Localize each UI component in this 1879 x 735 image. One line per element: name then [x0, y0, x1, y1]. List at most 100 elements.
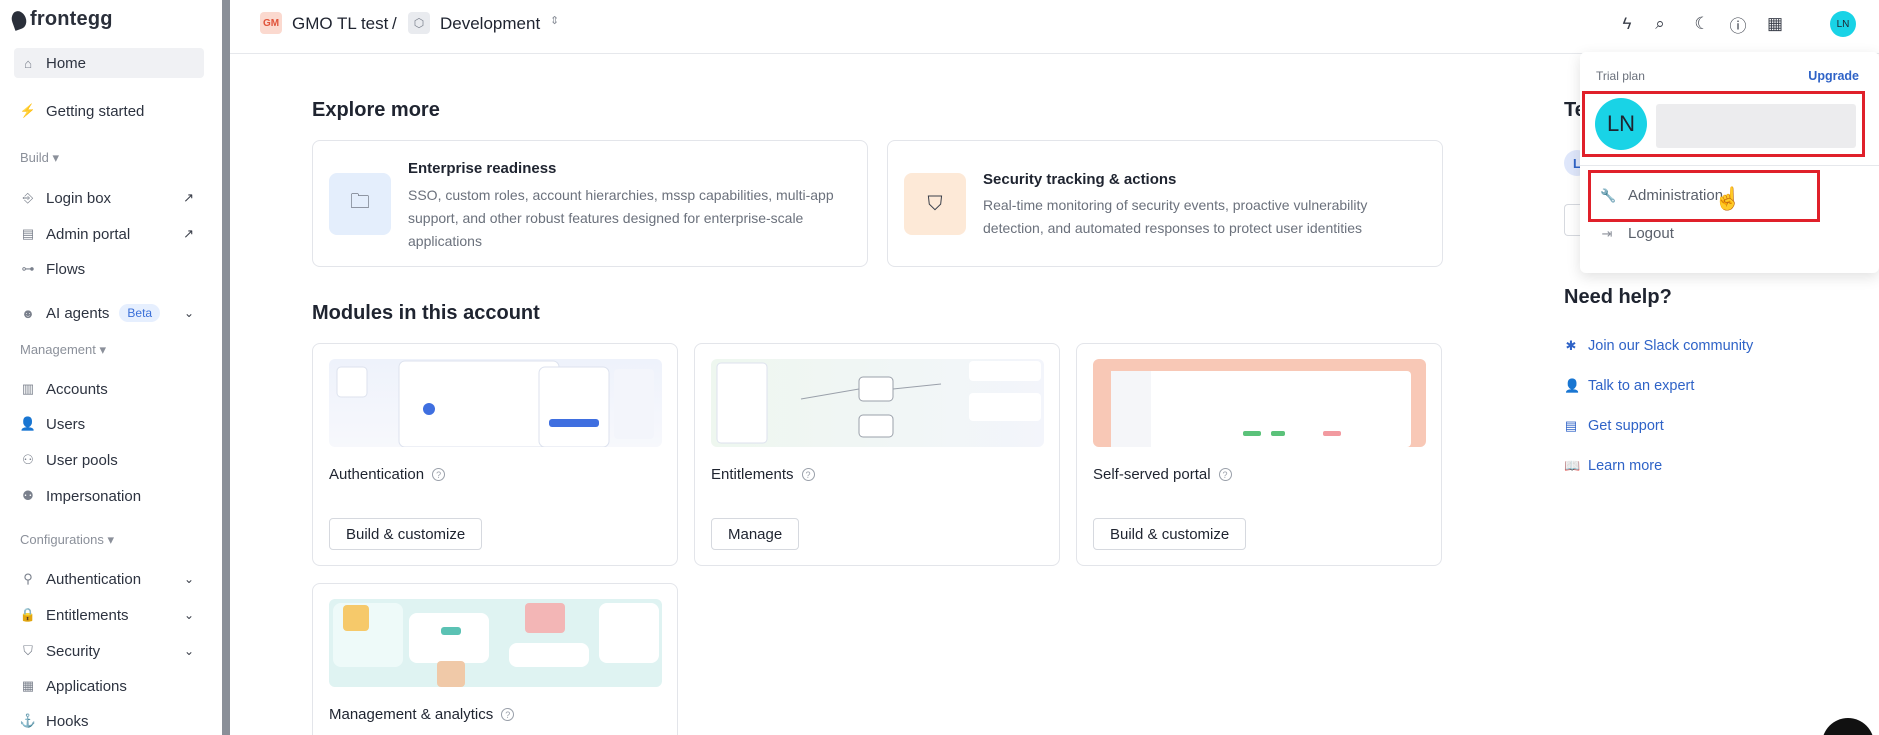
- help-icon[interactable]: ⓘ: [1726, 12, 1750, 36]
- sidebar-item-home[interactable]: ⌂ Home: [14, 48, 204, 78]
- sidebar-item-entitlements[interactable]: 🔒 Entitlements ⌄: [14, 600, 204, 630]
- search-icon[interactable]: ⌕: [1648, 12, 1672, 36]
- sidebar-item-admin-portal[interactable]: ▤ Admin portal ↗: [14, 219, 204, 249]
- menu-item-logout[interactable]: ⇥ Logout: [1600, 225, 1674, 242]
- info-icon[interactable]: ?: [801, 468, 815, 481]
- authentication-preview-image: [329, 359, 662, 447]
- section-configurations[interactable]: Configurations ▾: [20, 532, 114, 548]
- account-avatar[interactable]: GM: [260, 12, 282, 34]
- section-build[interactable]: Build ▾: [20, 150, 59, 166]
- module-title: Authentication?: [329, 466, 446, 483]
- breadcrumb-environment[interactable]: Development: [440, 14, 540, 34]
- sidebar-item-label: Admin portal: [46, 225, 131, 243]
- sidebar-item-label: Users: [46, 415, 86, 433]
- environment-switch-icon[interactable]: ⇕: [550, 14, 559, 27]
- build-customize-button[interactable]: Build & customize: [329, 518, 483, 550]
- person-icon: 👤: [1564, 378, 1581, 393]
- module-card-self-served-portal[interactable]: Self-served portal? Build & customize: [1076, 343, 1442, 566]
- sidebar-item-hooks[interactable]: ⚓ Hooks: [14, 706, 204, 735]
- module-title: Management & analytics?: [329, 706, 515, 723]
- sidebar-item-label: Home: [46, 54, 87, 72]
- sidebar-item-label: Applications: [46, 677, 127, 695]
- sidebar-item-ai-agents[interactable]: ☻ AI agents Beta ⌄: [14, 298, 204, 328]
- sidebar-item-label: Flows: [46, 260, 86, 278]
- sidebar-item-label: Login box: [46, 189, 112, 207]
- moon-icon[interactable]: ☾: [1690, 12, 1714, 36]
- menu-divider: [1580, 165, 1879, 166]
- sidebar-scrollbar[interactable]: [222, 0, 230, 735]
- entitlements-preview-image: [711, 359, 1044, 447]
- sidebar-item-login-box[interactable]: ⎆ Login box ↗: [14, 183, 204, 213]
- frontegg-logo[interactable]: frontegg: [9, 8, 113, 31]
- plan-label: Trial plan: [1596, 69, 1645, 83]
- frontegg-leaf-icon: [9, 8, 29, 31]
- info-icon[interactable]: ?: [1218, 468, 1232, 481]
- slack-icon: ✱: [1565, 338, 1577, 353]
- build-customize-button[interactable]: Build & customize: [1093, 518, 1247, 550]
- accounts-icon: ▥: [21, 381, 35, 396]
- chevron-down-icon[interactable]: ⌄: [184, 644, 194, 658]
- bolt-icon[interactable]: ϟ: [1615, 12, 1639, 36]
- info-icon[interactable]: ?: [501, 708, 515, 721]
- hooks-icon: ⚓: [19, 713, 37, 728]
- sidebar-item-getting-started[interactable]: ⚡ Getting started: [14, 96, 204, 126]
- robot-icon: ☻: [21, 305, 35, 321]
- module-card-authentication[interactable]: Authentication? Build & customize: [312, 343, 678, 566]
- sidebar-item-label: Getting started: [46, 102, 145, 120]
- explore-card-enterprise[interactable]: 🗀 Enterprise readiness SSO, custom roles…: [312, 140, 868, 267]
- user-avatar-button[interactable]: LN: [1830, 11, 1856, 37]
- star-folder-icon: 🗀: [329, 173, 391, 235]
- chevron-down-icon[interactable]: ⌄: [184, 608, 194, 622]
- menu-item-label: Logout: [1628, 225, 1674, 242]
- sidebar-item-label: User pools: [46, 451, 118, 469]
- sidebar-item-user-pools[interactable]: ⚇ User pools: [14, 445, 204, 475]
- sidebar-item-security[interactable]: ⛉ Security ⌄: [14, 636, 204, 666]
- chevron-down-icon[interactable]: ⌄: [184, 306, 194, 320]
- sidebar-item-label: Hooks: [46, 712, 89, 730]
- user-pools-icon: ⚇: [22, 452, 34, 467]
- sidebar-item-accounts[interactable]: ▥ Accounts: [14, 374, 204, 404]
- chat-icon: ▤: [1564, 418, 1578, 433]
- card-description: Real-time monitoring of security events,…: [983, 197, 1368, 236]
- upgrade-link[interactable]: Upgrade: [1808, 69, 1859, 83]
- sidebar-item-label: Authentication: [46, 570, 142, 588]
- external-link-icon[interactable]: ↗: [183, 226, 194, 242]
- module-card-entitlements[interactable]: Entitlements? Manage: [694, 343, 1060, 566]
- chevron-down-icon[interactable]: ⌄: [184, 572, 194, 586]
- chat-widget-button[interactable]: [1822, 718, 1874, 735]
- section-management[interactable]: Management ▾: [20, 342, 106, 358]
- sidebar-item-label: Impersonation: [46, 487, 142, 505]
- shield-lock-icon: ⛉: [904, 173, 966, 235]
- flows-icon: ⊶: [21, 261, 35, 276]
- hand-pointer-icon: ☝: [1714, 186, 1742, 211]
- module-title: Entitlements?: [711, 466, 815, 483]
- help-link-support[interactable]: ▤ Get support: [1564, 418, 1664, 434]
- breadcrumb-account[interactable]: GMO TL test: [292, 14, 388, 34]
- explore-more-title: Explore more: [312, 99, 440, 121]
- lock-icon: 🔒: [19, 607, 37, 622]
- top-bar: GM GMO TL test / ⬡ Development ⇕ ϟ ⌕ ☾ ⓘ…: [230, 0, 1879, 54]
- users-icon: 👤: [19, 416, 37, 431]
- bolt-circle-icon: ⚡: [19, 103, 37, 118]
- sidebar-item-label: Entitlements: [46, 606, 129, 624]
- self-served-portal-preview-image: [1093, 359, 1426, 447]
- sidebar-item-impersonation[interactable]: ⚉ Impersonation: [14, 481, 204, 511]
- shield-check-icon: ⛉: [23, 643, 33, 658]
- apps-grid-icon[interactable]: ▦: [1763, 12, 1787, 36]
- explore-card-security[interactable]: ⛉ Security tracking & actions Real-time …: [887, 140, 1443, 267]
- help-link-slack[interactable]: ✱ Join our Slack community: [1564, 338, 1754, 354]
- help-link-expert[interactable]: 👤 Talk to an expert: [1564, 378, 1694, 394]
- info-icon[interactable]: ?: [432, 468, 446, 481]
- module-card-management-analytics[interactable]: Management & analytics?: [312, 583, 678, 735]
- key-icon: ⚲: [23, 571, 33, 586]
- impersonation-icon: ⚉: [22, 488, 34, 503]
- sidebar-item-applications[interactable]: ▦ Applications: [14, 671, 204, 701]
- sidebar-item-flows[interactable]: ⊶ Flows: [14, 254, 204, 284]
- card-title: Enterprise readiness: [408, 160, 557, 177]
- external-link-icon[interactable]: ↗: [183, 190, 194, 206]
- help-link-learn-more[interactable]: 📖 Learn more: [1564, 458, 1662, 474]
- sidebar-item-users[interactable]: 👤 Users: [14, 409, 204, 439]
- sidebar-item-authentication[interactable]: ⚲ Authentication ⌄: [14, 564, 204, 594]
- manage-button[interactable]: Manage: [711, 518, 800, 550]
- home-icon: ⌂: [24, 55, 32, 71]
